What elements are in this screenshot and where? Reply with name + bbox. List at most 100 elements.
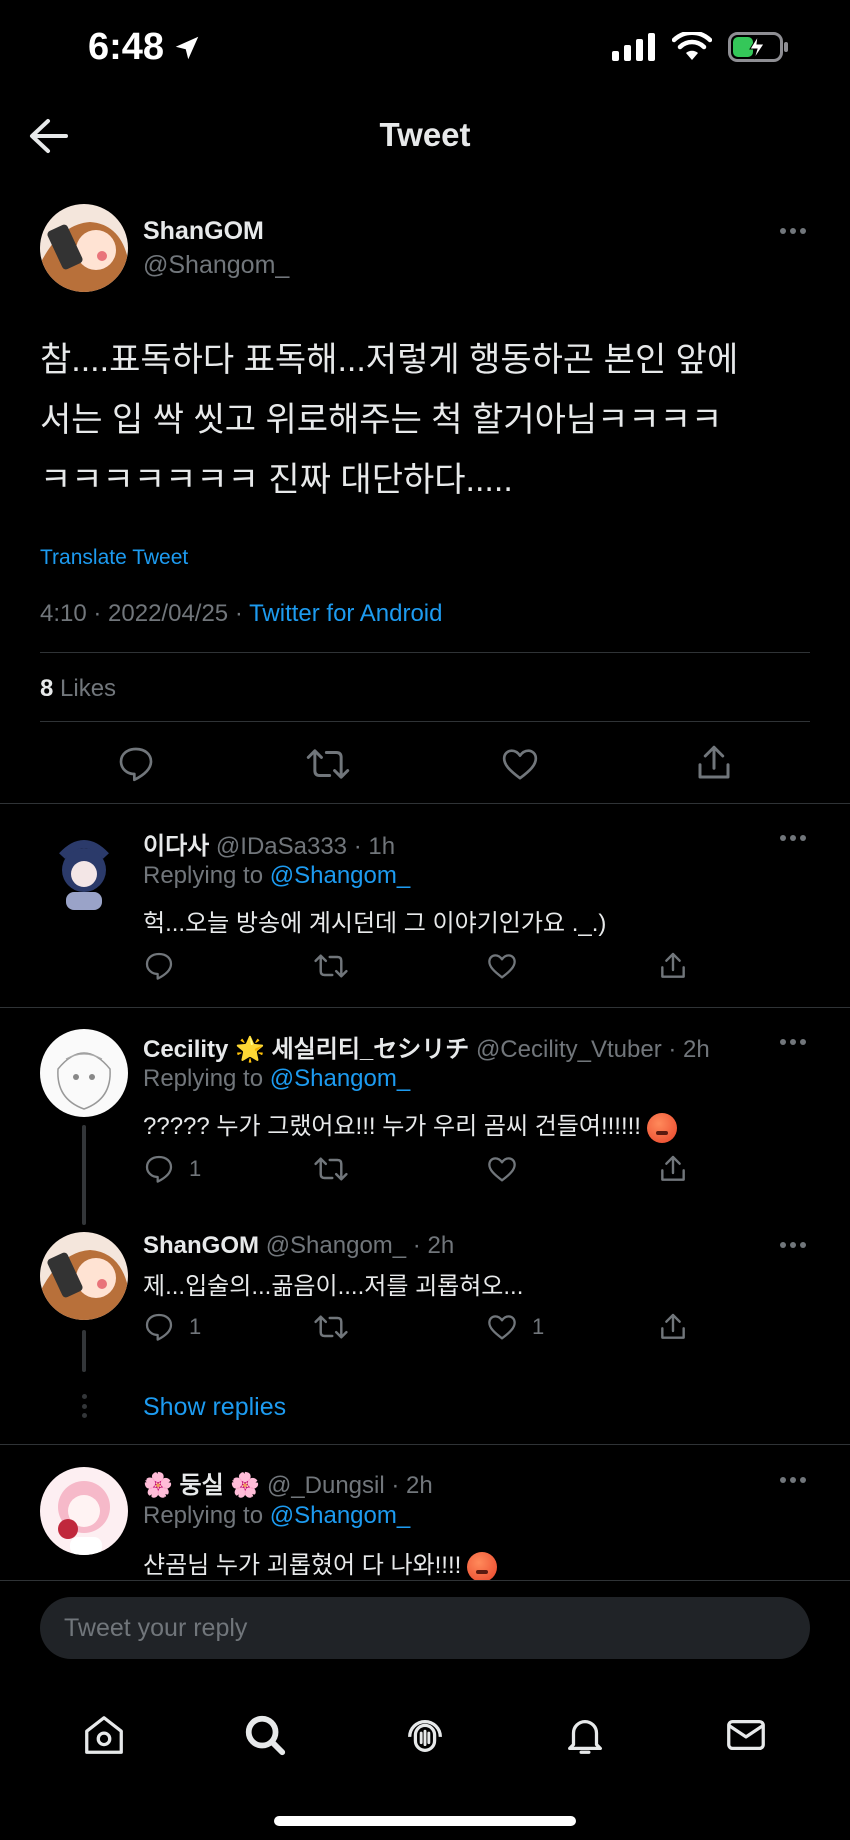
avatar[interactable] xyxy=(40,204,128,292)
reply-text: 헉...오늘 방송에 계시던데 그 이야기인가요 ._.) xyxy=(143,910,607,937)
share-icon[interactable] xyxy=(693,742,735,784)
tweet-time-date: 4:10 · 2022/04/25 · xyxy=(40,600,250,627)
reply-count: 1 xyxy=(189,1314,202,1339)
show-replies-link[interactable]: Show replies xyxy=(143,1393,286,1422)
reply-header: 이다사 @IDaSa333 · 1h xyxy=(143,826,395,861)
tweet-text-line: ㅋㅋㅋㅋㅋㅋㅋ 진짜 대단하다..... xyxy=(40,461,513,499)
status-bar-indicators xyxy=(612,32,790,62)
replying-to: Replying to @Shangom_ xyxy=(143,862,410,890)
battery-icon xyxy=(728,32,788,62)
reply-text-row: 샨곰님 누가 괴롭혔어 다 나와!!!! xyxy=(143,1545,498,1582)
author-handle[interactable]: @Shangom_ xyxy=(143,251,289,280)
likes-number: 8 xyxy=(40,675,54,702)
messages-icon[interactable] xyxy=(723,1712,769,1758)
location-arrow-icon xyxy=(175,36,199,59)
avatar[interactable] xyxy=(40,1232,128,1320)
divider xyxy=(0,1007,850,1008)
like-icon[interactable] xyxy=(486,1153,518,1185)
retweet-icon[interactable] xyxy=(313,950,349,982)
like-icon[interactable] xyxy=(500,744,540,784)
more-icon[interactable] xyxy=(778,1240,808,1250)
reply-display-name[interactable]: 🌸 둥실 🌸 xyxy=(143,1472,260,1499)
reply-icon[interactable] xyxy=(143,1311,175,1343)
replying-to-label: Replying to xyxy=(143,1065,270,1092)
notifications-icon[interactable] xyxy=(562,1712,608,1758)
angry-face-emoji xyxy=(646,1112,677,1143)
reply-actions: 1 1 xyxy=(143,1311,703,1345)
reply-display-name[interactable]: ShanGOM xyxy=(143,1232,259,1259)
share-icon[interactable] xyxy=(657,950,689,982)
share-icon[interactable] xyxy=(657,1311,689,1343)
like-icon[interactable] xyxy=(486,950,518,982)
tweet-source-link[interactable]: Twitter for Android xyxy=(249,600,442,627)
thread-line xyxy=(82,1125,86,1225)
reply-header: ShanGOM @Shangom_ · 2h xyxy=(143,1232,454,1260)
home-icon[interactable] xyxy=(81,1712,127,1758)
like-icon[interactable] xyxy=(486,1311,518,1343)
retweet-icon[interactable] xyxy=(313,1153,349,1185)
tweet-text-line: 참....표독하다 표독해...저렇게 행동하곤 본인 앞에 xyxy=(40,341,739,379)
reply-text-row: ????? 누가 그랬어요!!! 누가 우리 곰씨 건들여!!!!!! xyxy=(143,1106,677,1143)
reply-icon[interactable] xyxy=(116,744,156,784)
more-icon[interactable] xyxy=(778,1475,808,1485)
signal-icon xyxy=(612,33,655,61)
thread-line xyxy=(82,1330,86,1372)
like-count: 1 xyxy=(532,1314,545,1339)
reply-meta[interactable]: @IDaSa333 · 1h xyxy=(216,833,395,860)
replying-to: Replying to @Shangom_ xyxy=(143,1502,410,1530)
bottom-nav xyxy=(0,1680,850,1790)
tweet-timestamp: 4:10 · 2022/04/25 · Twitter for Android xyxy=(40,600,442,628)
reply-text: ????? 누가 그랬어요!!! 누가 우리 곰씨 건들여!!!!!! xyxy=(143,1113,641,1140)
home-indicator xyxy=(274,1816,576,1826)
reply-meta[interactable]: @_Dungsil · 2h xyxy=(267,1472,433,1499)
reply-meta[interactable]: @Cecility_Vtuber · 2h xyxy=(476,1036,710,1063)
likes-count[interactable]: 8 Likes xyxy=(40,675,116,703)
clock-text: 6:48 xyxy=(88,26,165,68)
divider xyxy=(0,803,850,804)
translate-tweet-link[interactable]: Translate Tweet xyxy=(40,546,188,570)
search-icon[interactable] xyxy=(242,1712,288,1758)
more-icon[interactable] xyxy=(778,226,808,236)
avatar[interactable] xyxy=(40,1029,128,1117)
divider xyxy=(40,721,810,722)
replying-to-label: Replying to xyxy=(143,862,270,889)
retweet-icon[interactable] xyxy=(313,1311,349,1343)
more-icon[interactable] xyxy=(778,1037,808,1047)
share-icon[interactable] xyxy=(657,1153,689,1185)
divider xyxy=(0,1444,850,1445)
reply-text: 제...입술의...곪음이....저를 괴롭혀오... xyxy=(143,1273,524,1300)
replying-to-label: Replying to xyxy=(143,1502,270,1529)
page-title: Tweet xyxy=(379,116,471,153)
status-bar-time: 6:48 xyxy=(88,26,202,69)
spaces-icon[interactable] xyxy=(402,1712,448,1758)
reply-icon[interactable] xyxy=(143,1153,175,1185)
replying-to-handle[interactable]: @Shangom_ xyxy=(270,862,410,889)
thread-dots xyxy=(80,1394,88,1418)
reply-count: 1 xyxy=(189,1156,202,1181)
avatar[interactable] xyxy=(40,1467,128,1555)
divider xyxy=(40,652,810,653)
reply-button[interactable]: 1 xyxy=(143,1311,201,1343)
retweet-icon[interactable] xyxy=(305,744,351,784)
angry-face-emoji xyxy=(467,1551,498,1582)
reply-meta[interactable]: @Shangom_ · 2h xyxy=(266,1232,454,1259)
main-tweet-actions xyxy=(0,740,850,792)
reply-display-name[interactable]: 이다사 xyxy=(143,833,209,860)
reply-header: 🌸 둥실 🌸 @_Dungsil · 2h xyxy=(143,1465,433,1500)
more-icon[interactable] xyxy=(778,833,808,843)
reply-actions: 1 xyxy=(143,1153,703,1187)
reply-header: Cecility 🌟 세실리티_セシリチ @Cecility_Vtuber · … xyxy=(143,1029,710,1064)
avatar[interactable] xyxy=(40,826,128,914)
like-button[interactable]: 1 xyxy=(486,1311,544,1343)
replying-to-handle[interactable]: @Shangom_ xyxy=(270,1502,410,1529)
reply-icon[interactable] xyxy=(143,950,175,982)
likes-label: Likes xyxy=(60,675,117,702)
wifi-icon xyxy=(672,32,712,60)
reply-actions xyxy=(143,950,703,984)
replying-to-handle[interactable]: @Shangom_ xyxy=(270,1065,410,1092)
reply-display-name[interactable]: Cecility 🌟 세실리티_セシリチ xyxy=(143,1036,469,1063)
reply-button[interactable]: 1 xyxy=(143,1153,201,1185)
author-display-name[interactable]: ShanGOM xyxy=(143,217,264,246)
reply-composer-input[interactable]: Tweet your reply xyxy=(40,1597,810,1659)
reply-text: 샨곰님 누가 괴롭혔어 다 나와!!!! xyxy=(143,1552,462,1579)
